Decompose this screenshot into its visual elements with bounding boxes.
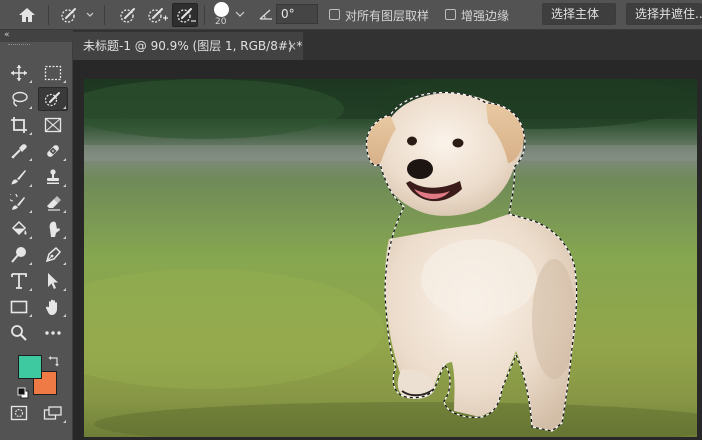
brush-tool[interactable]	[5, 166, 33, 188]
smudge-tool[interactable]	[39, 218, 67, 240]
quick-mask-icon	[10, 405, 28, 421]
crop-tool[interactable]	[5, 114, 33, 136]
sample-all-layers-label: 对所有图层取样	[345, 9, 430, 23]
rectangle-icon	[10, 300, 28, 314]
eyedropper-icon	[11, 144, 27, 159]
eraser-tool[interactable]	[39, 192, 67, 214]
swap-colors-icon[interactable]	[48, 352, 60, 371]
smudge-icon	[49, 221, 60, 237]
lasso-tool[interactable]	[5, 88, 33, 110]
enhance-edge-checkbox[interactable]	[445, 9, 456, 20]
select-and-mask-button[interactable]: 选择并遮住...	[626, 3, 702, 25]
clone-stamp-tool[interactable]	[39, 166, 67, 188]
eraser-icon	[47, 196, 61, 211]
angle-icon	[258, 7, 274, 21]
tool-preset-picker[interactable]	[57, 5, 97, 25]
toolbox-grip	[8, 44, 30, 46]
add-to-selection-brush-icon[interactable]	[145, 5, 169, 25]
document-tab-title: 未标题-1 @ 90.9% (图层 1, RGB/8#) *	[83, 39, 303, 53]
brush-tip-preview	[214, 2, 229, 17]
document-tab[interactable]: 未标题-1 @ 90.9% (图层 1, RGB/8#) * ×	[73, 32, 303, 60]
more-dots-icon	[45, 331, 61, 335]
sample-all-layers-checkbox[interactable]	[329, 9, 340, 20]
history-brush-icon	[10, 194, 25, 210]
eyedropper-tool[interactable]	[5, 140, 33, 162]
foreground-color-swatch[interactable]	[18, 355, 42, 379]
screen-mode-icon	[43, 406, 62, 420]
brush-size-value: 20	[215, 17, 227, 27]
document-tab-bar: 未标题-1 @ 90.9% (图层 1, RGB/8#) * ×	[73, 30, 702, 60]
quick-selection-tool[interactable]	[38, 87, 68, 111]
crop-icon	[11, 117, 27, 133]
close-icon[interactable]: ×	[287, 32, 297, 60]
chevron-down-icon[interactable]	[235, 10, 245, 18]
path-selection-tool[interactable]	[39, 270, 67, 292]
history-brush-tool[interactable]	[5, 192, 33, 214]
healing-brush-tool[interactable]	[39, 140, 67, 162]
dodge-tool[interactable]	[5, 244, 33, 266]
type-tool[interactable]	[5, 270, 33, 292]
subtract-from-selection-brush-button[interactable]	[172, 3, 198, 27]
hand-icon	[45, 299, 57, 315]
frame-icon	[44, 117, 62, 133]
puppy-photo	[84, 79, 697, 437]
quick-mask-button[interactable]	[5, 402, 33, 424]
zoom-tool[interactable]	[5, 322, 33, 344]
canvas-area	[73, 60, 702, 440]
quick-selection-icon	[44, 92, 60, 107]
angle-input[interactable]: 0°	[276, 4, 318, 24]
photoshop-window: 20 0° 对所有图层取样 增强边缘 选择主体 选择并遮住... « 未标题-1…	[0, 0, 702, 440]
paint-bucket-icon	[11, 220, 27, 236]
frame-tool[interactable]	[39, 114, 67, 136]
new-selection-brush-icon[interactable]	[117, 5, 139, 25]
toolbox-panel: «	[0, 30, 73, 440]
brush-icon	[11, 170, 26, 185]
subtract-from-selection-brush-icon	[177, 8, 196, 23]
screen-mode-button[interactable]	[39, 402, 67, 424]
stamp-icon	[47, 169, 59, 184]
brush-size-picker[interactable]: 20	[212, 0, 234, 30]
bandage-icon	[47, 145, 59, 157]
dodge-icon	[11, 247, 26, 263]
home-icon[interactable]	[16, 5, 38, 25]
move-icon	[11, 65, 27, 81]
hand-tool[interactable]	[39, 296, 67, 318]
zoom-icon	[11, 325, 27, 341]
collapse-icon: «	[4, 30, 10, 40]
paint-bucket-tool[interactable]	[5, 218, 33, 240]
rectangular-marquee-tool[interactable]	[39, 62, 67, 84]
toolbox-collapse-bar[interactable]: «	[0, 30, 73, 42]
lasso-icon	[12, 91, 28, 107]
marquee-icon	[44, 65, 62, 81]
arrow-cursor-icon	[48, 273, 58, 289]
edit-toolbar-button[interactable]	[39, 322, 67, 344]
document-canvas[interactable]	[84, 79, 697, 437]
enhance-edge-label: 增强边缘	[461, 9, 510, 23]
type-icon	[11, 273, 27, 289]
options-bar: 20 0° 对所有图层取样 增强边缘 选择主体 选择并遮住...	[0, 0, 702, 30]
default-colors-icon[interactable]	[17, 384, 29, 403]
rectangle-tool[interactable]	[5, 296, 33, 318]
pen-icon	[45, 246, 62, 263]
select-subject-button[interactable]: 选择主体	[542, 3, 616, 25]
move-tool[interactable]	[5, 62, 33, 84]
pen-tool[interactable]	[39, 244, 67, 266]
